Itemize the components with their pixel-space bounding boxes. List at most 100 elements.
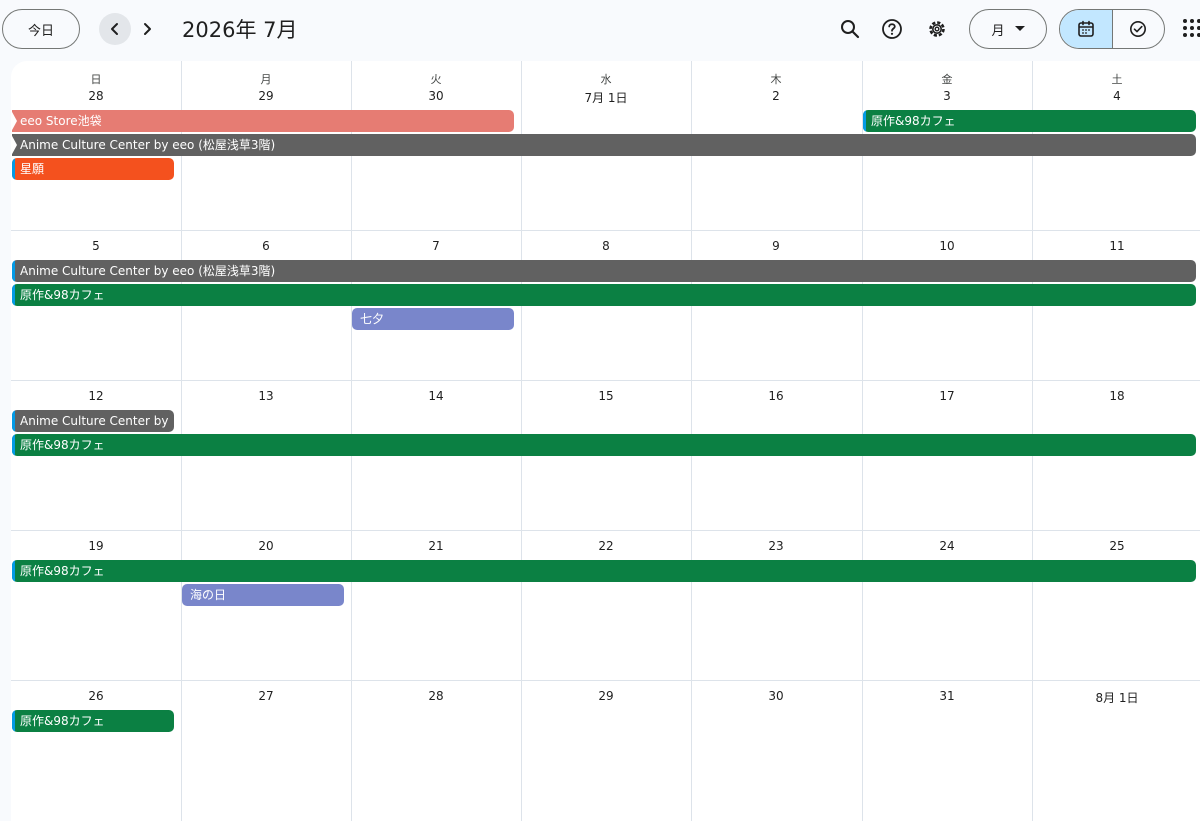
event-title: eeo Store池袋 — [20, 114, 102, 128]
calendar-view-button[interactable] — [1060, 10, 1113, 48]
event-stripe — [12, 158, 15, 180]
grid-line-horizontal — [11, 380, 1200, 381]
day-number[interactable]: 2 — [691, 89, 861, 103]
page-title: 2026年 7月 — [182, 18, 298, 42]
search-button[interactable] — [834, 13, 866, 45]
weekday-header: 月 — [260, 73, 272, 86]
day-number[interactable]: 28 — [11, 89, 181, 103]
day-number[interactable]: 31 — [862, 689, 1032, 703]
weekday-header: 金 — [941, 73, 953, 86]
event-title: 海の日 — [190, 588, 227, 602]
help-icon — [882, 19, 902, 39]
day-number[interactable]: 11 — [1032, 239, 1200, 253]
gear-icon — [929, 21, 945, 37]
weekday-header: 日 — [90, 73, 102, 86]
weekday-header: 土 — [1111, 73, 1123, 86]
top-bar: 今日 2026年 7月 月 — [0, 0, 1200, 58]
day-number[interactable]: 17 — [862, 389, 1032, 403]
weekday-header: 木 — [770, 73, 782, 86]
day-number[interactable]: 7月 1日 — [521, 89, 691, 106]
event-chip[interactable]: 原作&98カフェ — [12, 284, 1196, 306]
event-stripe — [12, 560, 15, 582]
month-grid: 日月火水木金土 28 29 30 7月 1日 2 3 4 eeo Store池袋 原作&98カフェ… — [11, 61, 1200, 821]
event-title: 原作&98カフェ — [871, 114, 956, 128]
day-number[interactable]: 26 — [11, 689, 181, 703]
grid-line-horizontal — [11, 680, 1200, 681]
day-number[interactable]: 8月 1日 — [1032, 689, 1200, 706]
day-number[interactable]: 5 — [11, 239, 181, 253]
check-circle-icon — [1130, 21, 1147, 37]
view-label: 月 — [991, 23, 1005, 39]
today-button[interactable]: 今日 — [2, 9, 80, 49]
event-chip[interactable]: Anime Culture Center by — [12, 410, 174, 432]
day-number[interactable]: 6 — [181, 239, 351, 253]
event-chip[interactable]: 星願 — [12, 158, 174, 180]
day-number[interactable]: 14 — [351, 389, 521, 403]
event-title: 原作&98カフェ — [20, 438, 105, 452]
event-title: 星願 — [20, 162, 45, 176]
day-number[interactable]: 13 — [181, 389, 351, 403]
day-number[interactable]: 24 — [862, 539, 1032, 553]
day-number[interactable]: 19 — [11, 539, 181, 553]
calendar-icon — [1077, 20, 1094, 37]
event-chip[interactable]: 七夕 — [352, 308, 514, 330]
day-number[interactable]: 16 — [691, 389, 861, 403]
event-chip[interactable]: 海の日 — [182, 584, 344, 606]
day-number[interactable]: 18 — [1032, 389, 1200, 403]
day-number[interactable]: 8 — [521, 239, 691, 253]
event-title: 原作&98カフェ — [20, 564, 105, 578]
caret-down-icon — [1014, 26, 1025, 31]
event-stripe — [12, 434, 15, 456]
apps-grid-icon — [1183, 19, 1200, 37]
grid-line-horizontal — [11, 530, 1200, 531]
next-month-button[interactable] — [131, 13, 163, 45]
event-stripe — [12, 710, 15, 732]
event-chip[interactable]: Anime Culture Center by eeo (松屋浅草3階) — [12, 134, 1196, 156]
weekday-header: 火 — [430, 73, 442, 86]
day-number[interactable]: 30 — [351, 89, 521, 103]
day-number[interactable]: 27 — [181, 689, 351, 703]
day-number[interactable]: 30 — [691, 689, 861, 703]
tasks-view-button[interactable] — [1113, 10, 1165, 48]
grid-line-horizontal — [11, 230, 1200, 231]
day-number[interactable]: 29 — [521, 689, 691, 703]
event-chip[interactable]: 原作&98カフェ — [12, 710, 174, 732]
day-number[interactable]: 23 — [691, 539, 861, 553]
settings-button[interactable] — [921, 13, 953, 45]
event-title: Anime Culture Center by eeo (松屋浅草3階) — [20, 138, 276, 152]
day-number[interactable]: 20 — [181, 539, 351, 553]
event-stripe — [12, 260, 15, 282]
day-number[interactable]: 21 — [351, 539, 521, 553]
day-number[interactable]: 29 — [181, 89, 351, 103]
event-stripe — [863, 110, 866, 132]
event-title: Anime Culture Center by — [20, 414, 169, 428]
event-title: 原作&98カフェ — [20, 714, 105, 728]
day-number[interactable]: 10 — [862, 239, 1032, 253]
event-title: 原作&98カフェ — [20, 288, 105, 302]
calendar-tasks-toggle — [1059, 9, 1165, 49]
search-icon — [841, 20, 860, 39]
view-switcher-button[interactable]: 月 — [969, 9, 1047, 49]
event-chip[interactable]: 原作&98カフェ — [12, 560, 1196, 582]
continuation-arrow-icon — [12, 134, 17, 156]
day-number[interactable]: 25 — [1032, 539, 1200, 553]
continuation-arrow-icon — [12, 110, 17, 132]
previous-month-button[interactable] — [99, 13, 131, 45]
day-number[interactable]: 15 — [521, 389, 691, 403]
day-number[interactable]: 9 — [691, 239, 861, 253]
event-chip[interactable]: 原作&98カフェ — [12, 434, 1196, 456]
day-number[interactable]: 28 — [351, 689, 521, 703]
event-stripe — [12, 284, 15, 306]
event-chip[interactable]: Anime Culture Center by eeo (松屋浅草3階) — [12, 260, 1196, 282]
day-number[interactable]: 3 — [862, 89, 1032, 103]
event-title: 七夕 — [360, 312, 385, 326]
apps-launcher-button[interactable] — [1181, 17, 1200, 41]
day-number[interactable]: 4 — [1032, 89, 1200, 103]
help-button[interactable] — [876, 13, 908, 45]
day-number[interactable]: 7 — [351, 239, 521, 253]
chevron-right-icon — [144, 23, 151, 35]
day-number[interactable]: 12 — [11, 389, 181, 403]
day-number[interactable]: 22 — [521, 539, 691, 553]
event-chip[interactable]: eeo Store池袋 — [12, 110, 514, 132]
event-chip[interactable]: 原作&98カフェ — [863, 110, 1196, 132]
